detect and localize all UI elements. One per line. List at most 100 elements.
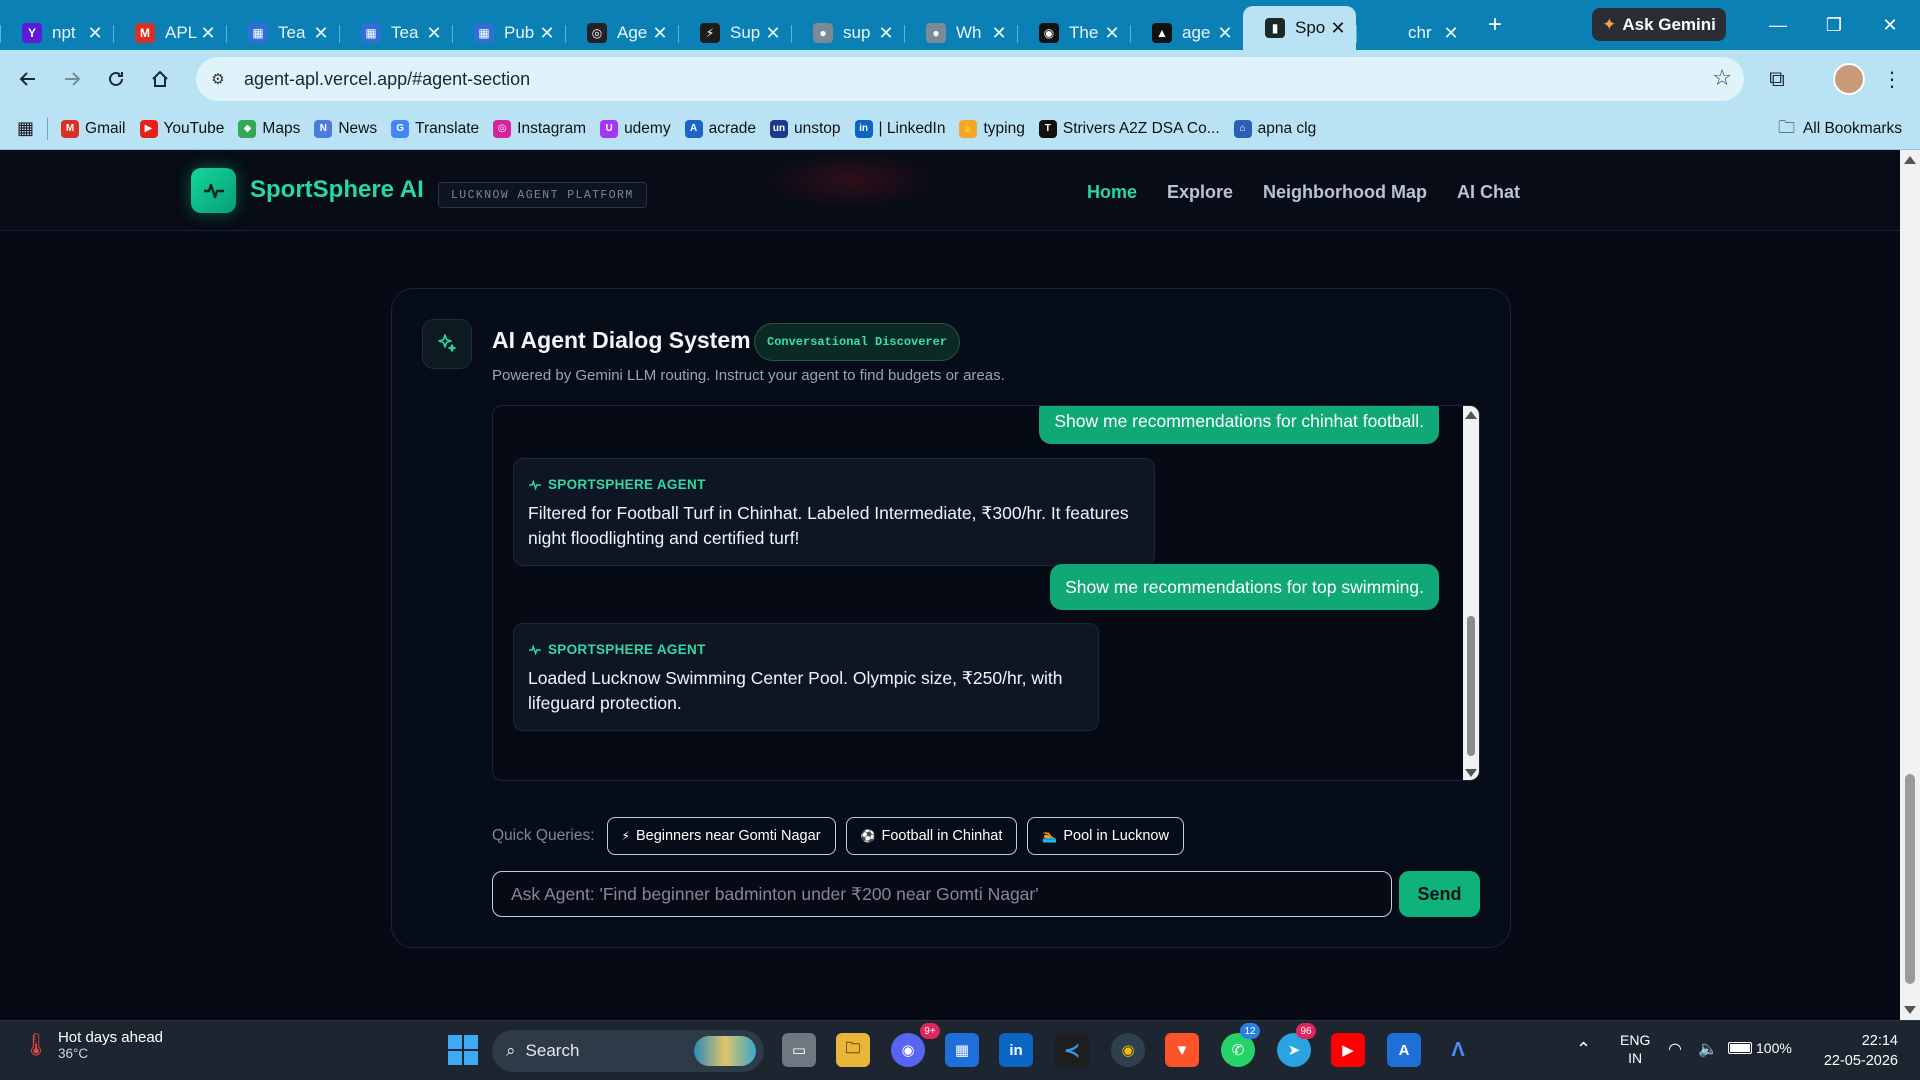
bookmark-item[interactable]: ✋ typing	[952, 114, 1031, 144]
ask-gemini-button[interactable]: ✦ Ask Gemini	[1592, 8, 1726, 41]
agent-mode-badge: Conversational Discoverer	[754, 323, 961, 361]
new-tab-button[interactable]: +	[1477, 7, 1513, 43]
chrome-icon[interactable]: ◉	[1111, 1033, 1145, 1067]
site-info-icon[interactable]: ⚙	[202, 63, 234, 95]
close-window-button[interactable]: ✕	[1862, 0, 1918, 50]
browser-tab[interactable]: ▦ Pub ✕	[452, 16, 565, 50]
bookmark-item[interactable]: in | LinkedIn	[848, 114, 953, 144]
tab-close-icon[interactable]: ✕	[87, 23, 103, 44]
bookmark-item[interactable]: N News	[307, 114, 384, 144]
bookmark-item[interactable]: ◆ Maps	[231, 114, 307, 144]
send-button[interactable]: Send	[1399, 871, 1480, 917]
browser-tab[interactable]: ● sup ✕	[791, 16, 904, 50]
tab-close-icon[interactable]: ✕	[539, 23, 555, 44]
microsoft-store-icon[interactable]: ▦	[945, 1033, 979, 1067]
reload-button[interactable]	[94, 57, 138, 101]
browser-tab[interactable]: ▦ Tea ✕	[226, 16, 339, 50]
quick-query-chip[interactable]: ⚽ Football in Chinhat	[845, 817, 1018, 855]
browser-tab[interactable]: ▮ Spo ✕	[1243, 6, 1356, 50]
scroll-thumb[interactable]	[1467, 616, 1475, 756]
url-input[interactable]	[244, 68, 1644, 90]
tab-close-icon[interactable]: ✕	[1330, 18, 1346, 39]
bookmark-star-icon[interactable]: ☆	[1712, 65, 1732, 91]
tab-close-icon[interactable]: ✕	[652, 23, 668, 44]
nav-link[interactable]: Home	[1087, 182, 1137, 203]
battery-indicator[interactable]: 100%	[1728, 1040, 1792, 1056]
address-bar[interactable]: ⚙ ☆	[196, 57, 1744, 101]
bookmark-item[interactable]: M Gmail	[54, 114, 132, 144]
linkedin-icon[interactable]: in	[999, 1033, 1033, 1067]
discord-icon[interactable]: ◉	[891, 1033, 925, 1067]
tab-close-icon[interactable]: ✕	[1443, 23, 1459, 44]
page-scroll-thumb[interactable]	[1905, 774, 1915, 984]
brand-name[interactable]: SportSphere AI	[250, 176, 424, 204]
all-bookmarks-button[interactable]: 🗀 All Bookmarks	[1778, 114, 1902, 144]
apps-grid-icon[interactable]: ▦	[10, 114, 41, 144]
quick-query-chip[interactable]: ⚡ Beginners near Gomti Nagar	[606, 817, 836, 855]
browser-tab[interactable]: M APL ✕	[113, 16, 226, 50]
app-antigravity-icon[interactable]: Λ	[1441, 1033, 1475, 1067]
tab-close-icon[interactable]: ✕	[878, 23, 894, 44]
nav-link[interactable]: AI Chat	[1457, 182, 1520, 203]
bookmark-item[interactable]: Aacrade	[678, 114, 763, 144]
user-message: Show me recommendations for chinhat foot…	[1039, 406, 1439, 444]
bookmark-item[interactable]: un unstop	[763, 114, 848, 144]
wifi-icon[interactable]: ◠	[1668, 1039, 1682, 1059]
windows-start-icon[interactable]	[446, 1033, 480, 1067]
tab-close-icon[interactable]: ✕	[765, 23, 781, 44]
bookmark-item[interactable]: T Strivers A2Z DSA Co...	[1032, 114, 1227, 144]
bookmark-item[interactable]: ▶ YouTube	[133, 114, 232, 144]
app-a-icon[interactable]: A	[1387, 1033, 1421, 1067]
browser-tab[interactable]: ● Wh ✕	[904, 16, 1017, 50]
browser-menu-icon[interactable]: ⋮	[1870, 57, 1914, 101]
chat-scrollbar[interactable]	[1463, 406, 1479, 780]
tab-search-icon[interactable]: ⧉	[1755, 57, 1799, 101]
nav-link[interactable]: Neighborhood Map	[1263, 182, 1427, 203]
language-indicator[interactable]: ENG IN	[1620, 1031, 1650, 1067]
tab-close-icon[interactable]: ✕	[991, 23, 1007, 44]
browser-tab[interactable]: ◎ Age ✕	[565, 16, 678, 50]
agent-query-input[interactable]	[492, 871, 1392, 917]
file-explorer-icon[interactable]: 🗀	[836, 1033, 870, 1067]
windows-taskbar: 🌡 Hot days ahead 36°C ⌕ Search ▭ 🗀 ◉ ▦ i…	[0, 1020, 1920, 1080]
page-scroll-up-icon[interactable]	[1904, 156, 1916, 164]
task-view-icon[interactable]: ▭	[782, 1033, 816, 1067]
browser-tab[interactable]: ▲ age ✕	[1130, 16, 1243, 50]
quick-query-chip[interactable]: 🏊 Pool in Lucknow	[1027, 817, 1184, 855]
chat-log[interactable]: Show me recommendations for chinhat foot…	[492, 405, 1480, 781]
tab-close-icon[interactable]: ✕	[313, 23, 329, 44]
tab-close-icon[interactable]: ✕	[426, 23, 442, 44]
page-scroll-down-icon[interactable]	[1904, 1006, 1916, 1014]
weather-widget[interactable]: 🌡 Hot days ahead 36°C	[22, 1029, 163, 1061]
home-button[interactable]	[138, 57, 182, 101]
browser-tab[interactable]: chr ✕	[1356, 16, 1469, 50]
restore-button[interactable]: ❐	[1806, 0, 1862, 50]
page-scrollbar[interactable]	[1900, 150, 1920, 1020]
browser-tab[interactable]: Ynpt ✕	[0, 16, 113, 50]
system-clock[interactable]: 22:14 22-05-2026	[1824, 1031, 1898, 1071]
scroll-down-arrow-icon[interactable]	[1465, 769, 1477, 777]
youtube-icon[interactable]: ▶	[1331, 1033, 1365, 1067]
browser-tab[interactable]: ◉ The ✕	[1017, 16, 1130, 50]
brave-icon[interactable]: ▼	[1165, 1033, 1199, 1067]
forward-button[interactable]	[50, 57, 94, 101]
bookmark-item[interactable]: ⌂ apna clg	[1227, 114, 1324, 144]
vscode-icon[interactable]: ≺	[1055, 1033, 1089, 1067]
minimize-button[interactable]: —	[1750, 0, 1806, 50]
browser-tab[interactable]: ▦ Tea ✕	[339, 16, 452, 50]
volume-icon[interactable]: 🔈	[1698, 1039, 1718, 1059]
bookmark-item[interactable]: Uudemy	[593, 114, 678, 144]
pulse-logo-icon[interactable]	[191, 168, 236, 213]
profile-avatar[interactable]	[1833, 63, 1865, 95]
bookmark-item[interactable]: ◎ Instagram	[486, 114, 593, 144]
scroll-up-arrow-icon[interactable]	[1465, 411, 1477, 419]
browser-tab[interactable]: ⚡ Sup ✕	[678, 16, 791, 50]
tab-close-icon[interactable]: ✕	[200, 23, 216, 44]
tab-close-icon[interactable]: ✕	[1104, 23, 1120, 44]
nav-link[interactable]: Explore	[1167, 182, 1233, 203]
taskbar-search[interactable]: ⌕ Search	[492, 1030, 764, 1072]
tray-chevron-up-icon[interactable]: ⌃	[1576, 1039, 1591, 1060]
bookmark-item[interactable]: G Translate	[384, 114, 486, 144]
back-button[interactable]	[6, 57, 50, 101]
tab-close-icon[interactable]: ✕	[1217, 23, 1233, 44]
